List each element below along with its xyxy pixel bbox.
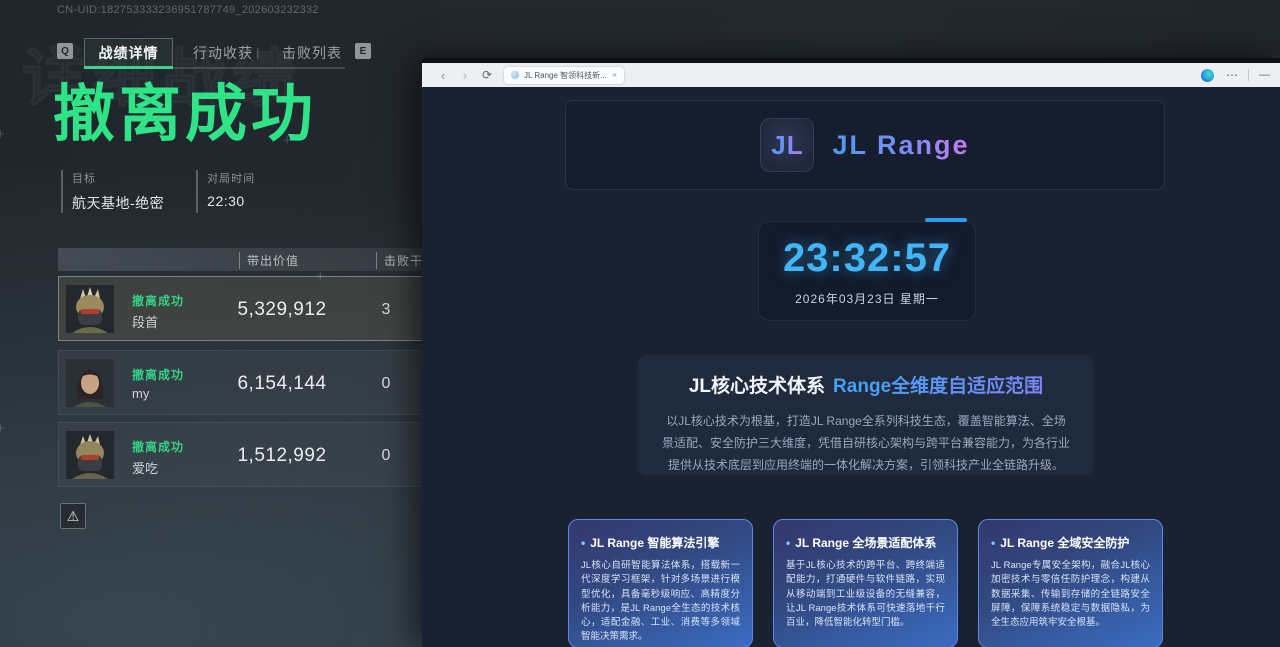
bullet-icon: • — [991, 536, 995, 550]
tab-kill-list[interactable]: 击败列表 — [282, 38, 342, 68]
webpage: JL JL Range 23:32:57 2026年03月23日 星期一 JL核… — [422, 87, 1280, 647]
section-title: JL核心技术体系 Range全维度自适应范围 — [662, 371, 1070, 398]
feature-card-title: • JL Range 智能算法引擎 — [581, 534, 740, 551]
bullet-icon: • — [581, 536, 585, 550]
player-avatar — [66, 285, 114, 333]
brand-title: JL Range — [832, 130, 969, 161]
hotkey-e-badge: E — [355, 43, 371, 59]
screen: CN-UID:182753333236951787749_20260323233… — [0, 0, 1280, 647]
tab-title: JL Range 智领科技新... — [524, 70, 607, 81]
feature-card-title: • JL Range 全域安全防护 — [991, 534, 1150, 551]
row-status: 撤离成功 — [132, 292, 184, 309]
active-tab-indicator — [84, 66, 173, 69]
jl-logo: JL — [760, 118, 814, 172]
hotkey-q-badge: Q — [57, 43, 73, 59]
forward-icon[interactable]: › — [454, 68, 476, 83]
feature-card-body: JL核心自研智能算法体系，搭载新一代深度学习框架，针对多场景进行模型优化，具备毫… — [581, 559, 740, 645]
column-header-value: 带出价值 — [239, 252, 299, 269]
jl-logo-text: JL — [771, 130, 803, 161]
bullet-icon: • — [786, 536, 790, 550]
back-icon[interactable]: ‹ — [432, 68, 454, 83]
row-player-name: my — [132, 386, 149, 401]
feature-card-title: • JL Range 全场景适配体系 — [786, 534, 945, 551]
feature-card-security: • JL Range 全域安全防护 JL Range专属安全架构，融合JL核心加密… — [978, 519, 1163, 647]
clock-time: 23:32:57 — [759, 236, 975, 281]
refresh-icon[interactable]: ⟳ — [476, 68, 498, 82]
feature-card-algorithm: • JL Range 智能算法引擎 JL核心自研智能算法体系，搭载新一代深度学习框… — [568, 519, 753, 647]
tab-action-loot[interactable]: 行动收获 — [193, 38, 253, 68]
clock-card: 23:32:57 2026年03月23日 星期一 — [758, 221, 976, 321]
match-info: 目标 航天基地-绝密 对局时间 22:30 — [61, 170, 255, 213]
player-avatar — [66, 431, 114, 479]
clock-date: 2026年03月23日 星期一 — [759, 290, 975, 307]
feature-title-text: JL Range 全域安全防护 — [1000, 536, 1129, 550]
row-kills: 3 — [366, 277, 406, 342]
tab-battle-details-label: 战绩详情 — [99, 43, 159, 63]
feature-title-text: JL Range 智能算法引擎 — [590, 536, 719, 550]
grid-marker: + — [0, 126, 5, 143]
report-warning-button[interactable]: ⚠ — [60, 503, 86, 529]
toolbar-divider — [1248, 69, 1249, 81]
player-avatar — [66, 359, 114, 407]
warning-icon: ⚠ — [67, 509, 80, 523]
objective-group: 目标 航天基地-绝密 — [61, 170, 164, 213]
brand-header-card: JL JL Range — [565, 100, 1165, 190]
result-tabbar: Q 战绩详情 行动收获 | 击败列表 E — [0, 38, 422, 70]
row-extract-value: 5,329,912 — [217, 277, 347, 342]
objective-label: 目标 — [72, 170, 164, 186]
row-kills: 0 — [366, 351, 406, 416]
menu-dots-icon[interactable]: ⋯ — [1226, 68, 1238, 82]
section-title-white: JL核心技术体系 — [689, 376, 825, 397]
browser-tab[interactable]: JL Range 智领科技新... × — [504, 67, 624, 84]
tab-divider: | — [256, 45, 259, 60]
feature-card-body: JL Range专属安全架构，融合JL核心加密技术与零信任防护理念，构建从数据采… — [991, 559, 1150, 630]
minimize-icon[interactable]: — — [1259, 69, 1270, 81]
browser-window: ‹ › ⟳ JL Range 智领科技新... × ⋯ — JL JL Rang… — [422, 58, 1280, 647]
row-extract-value: 6,154,144 — [217, 351, 347, 416]
player-uid: CN-UID:182753333236951787749_20260323233… — [57, 4, 319, 16]
match-time-group: 对局时间 22:30 — [196, 170, 255, 213]
feature-card-body: 基于JL核心技术的跨平台、跨终端适配能力，打通硬件与软件链路，实现从移动端到工业… — [786, 559, 945, 630]
tech-intro-card: JL核心技术体系 Range全维度自适应范围 以JL核心技术为根基，打造JL Ra… — [638, 355, 1094, 475]
tab-favicon — [511, 71, 519, 79]
match-time-label: 对局时间 — [207, 170, 255, 186]
row-player-name: 爱吃 — [132, 458, 158, 477]
close-tab-icon[interactable]: × — [612, 70, 617, 80]
browser-toolbar: ‹ › ⟳ JL Range 智领科技新... × ⋯ — — [422, 63, 1280, 87]
objective-value: 航天基地-绝密 — [72, 193, 164, 213]
tab-battle-details[interactable]: 战绩详情 — [84, 38, 173, 68]
feature-cards: • JL Range 智能算法引擎 JL核心自研智能算法体系，搭载新一代深度学习框… — [568, 519, 1163, 647]
grid-marker: + — [0, 420, 5, 437]
edge-browser-icon[interactable] — [1201, 69, 1214, 82]
row-extract-value: 1,512,992 — [217, 423, 347, 488]
row-player-name: 段首 — [132, 312, 158, 331]
section-title-blue: Range全维度自适应范围 — [833, 376, 1043, 397]
feature-title-text: JL Range 全场景适配体系 — [795, 536, 936, 550]
match-time-value: 22:30 — [207, 193, 255, 209]
result-title: 撤离成功 — [53, 84, 317, 146]
section-body: 以JL核心技术为根基，打造JL Range全系列科技生态，覆盖智能算法、全场景适… — [662, 410, 1070, 477]
row-status: 撤离成功 — [132, 366, 184, 383]
clock-accent-line — [925, 218, 967, 222]
row-status: 撤离成功 — [132, 438, 184, 455]
feature-card-adaptation: • JL Range 全场景适配体系 基于JL核心技术的跨平台、跨终端适配能力，打… — [773, 519, 958, 647]
row-kills: 0 — [366, 423, 406, 488]
